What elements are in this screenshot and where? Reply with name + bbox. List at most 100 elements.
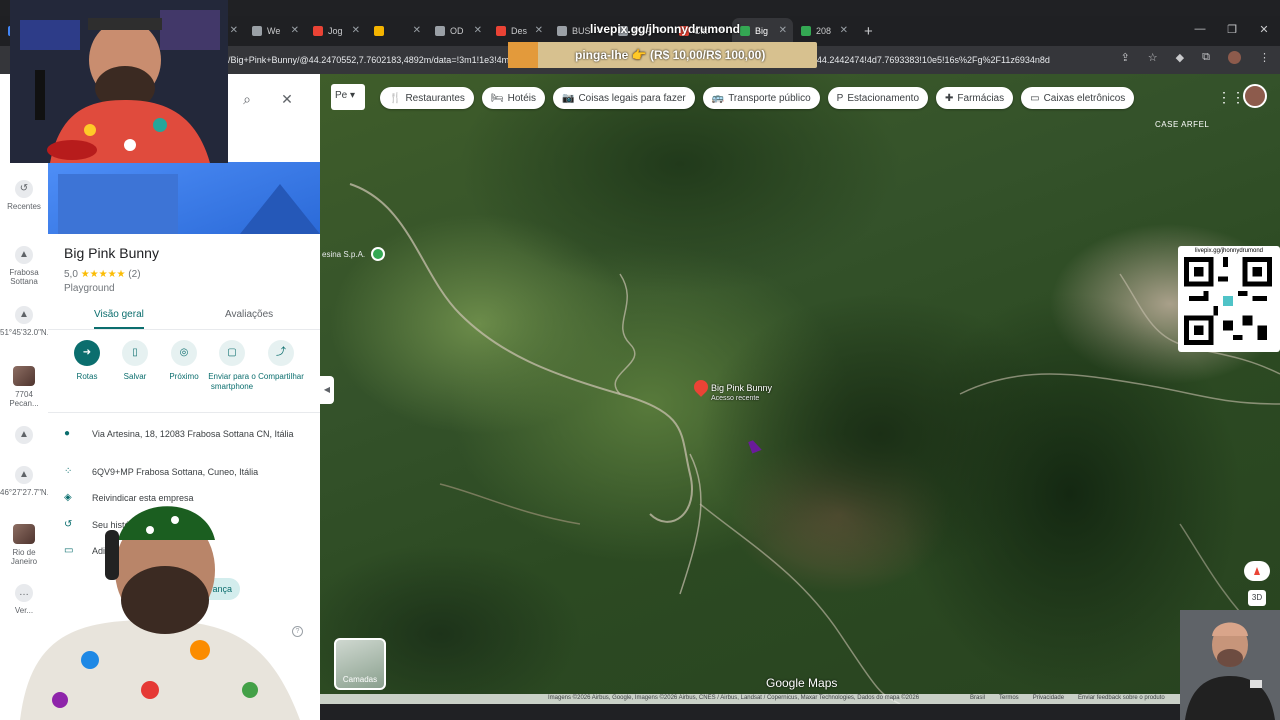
browser-tab[interactable]: Des ✕: [488, 18, 549, 44]
browser-tab[interactable]: 208 ✕: [793, 18, 854, 44]
tab-close-icon[interactable]: ✕: [779, 25, 787, 36]
category-chips: 🍴 Restaurantes 🛏 Hotéis 📷 Coisas legais para …: [380, 87, 1135, 109]
poi-marker-icon[interactable]: [371, 247, 385, 261]
action-label: Próximo: [169, 372, 199, 381]
place-category[interactable]: Playground: [64, 283, 115, 294]
rail-item-icon: ▲: [15, 306, 33, 324]
rail-item[interactable]: ▲ Frabosa Sottana: [0, 246, 48, 286]
place-rating[interactable]: 5,0 ★★★★★ (2): [64, 269, 141, 280]
tab-favicon-icon: [496, 26, 506, 36]
footer-link[interactable]: Termos: [999, 695, 1019, 701]
action-label: Salvar: [123, 372, 147, 381]
extension-icon[interactable]: ◆: [1176, 51, 1184, 64]
google-maps-logo: Google Maps: [766, 676, 838, 690]
tab-close-icon[interactable]: ✕: [535, 25, 543, 36]
rail-item[interactable]: ▲: [0, 426, 48, 448]
map-attribution: Imagens ©2026 Airbus, Google, Imagens ©2…: [548, 695, 920, 701]
search-box[interactable]: ⌕ ✕: [228, 84, 308, 114]
footer-link[interactable]: Brasil: [970, 695, 985, 701]
chip-label: Farmácias: [957, 92, 1005, 104]
layers-label: Camadas: [342, 675, 378, 684]
chip-icon: 🍴: [389, 92, 402, 104]
map-place-label-left: esina S.p.A.: [322, 250, 366, 259]
action-button[interactable]: ▯ Salvar: [110, 340, 160, 382]
donation-text: pinga-lhe 👉 (R$ 10,00/R$ 100,00): [575, 48, 766, 62]
info-row[interactable]: ● Via Artesina, 18, 12083 Frabosa Sottana…: [64, 428, 304, 440]
tab-label: BUS: [572, 26, 591, 36]
tab-label: 208: [816, 26, 832, 36]
chip-label: Restaurantes: [405, 92, 465, 104]
footer-link[interactable]: Enviar feedback sobre o produto: [1078, 695, 1165, 701]
window-controls: — ❐ ✕: [1184, 16, 1280, 42]
photo-mountain-shape: [240, 184, 320, 234]
tab-favicon-icon: [313, 26, 323, 36]
menu-kebab-icon[interactable]: ⋮: [1259, 51, 1270, 64]
action-label: Enviar para o smartphone: [208, 372, 256, 391]
chip-label: Estacionamento: [847, 92, 920, 104]
tab-close-icon[interactable]: ✕: [413, 25, 421, 36]
user-avatar[interactable]: [1243, 84, 1267, 108]
rail-item[interactable]: 7704 Pecan...: [0, 366, 48, 408]
close-icon[interactable]: ✕: [281, 91, 293, 108]
category-chip[interactable]: 🛏 Hotéis: [481, 87, 545, 109]
tab-favicon-icon: [801, 26, 811, 36]
action-label: Rotas: [76, 372, 98, 381]
browser-tab[interactable]: We ✕: [244, 18, 305, 44]
action-icon: ⤴: [268, 340, 294, 366]
streamer-figure-icon: [10, 0, 228, 163]
extensions-puzzle-icon[interactable]: ⧉: [1202, 51, 1210, 64]
category-chip[interactable]: ▭ Caixas eletrônicos: [1021, 87, 1135, 109]
action-button[interactable]: ➜ Rotas: [62, 340, 112, 382]
review-count[interactable]: (2): [128, 269, 140, 280]
info-row[interactable]: ⁘ 6QV9+MP Frabosa Sottana, Cuneo, Itália: [64, 466, 304, 478]
new-tab-button[interactable]: +: [864, 23, 873, 40]
info-row-icon: ●: [64, 428, 71, 439]
category-chip[interactable]: ✚ Farmácias: [936, 87, 1014, 109]
tab-close-icon[interactable]: ✕: [840, 25, 848, 36]
screen: { "browser": { "tabs": [ {"label": "ama"…: [0, 0, 1280, 720]
tab-close-icon[interactable]: ✕: [230, 25, 238, 36]
3d-toggle-button[interactable]: 3D: [1248, 590, 1266, 606]
chip-icon: 📷: [562, 92, 575, 104]
category-chip[interactable]: 📷 Coisas legais para fazer: [553, 87, 695, 109]
rail-item[interactable]: ↺ Recentes: [0, 180, 48, 211]
category-chip[interactable]: 🍴 Restaurantes: [380, 87, 474, 109]
tab-close-icon[interactable]: ✕: [474, 25, 482, 36]
layers-button[interactable]: Camadas: [334, 638, 386, 690]
map-footer-links: Brasil Termos Privacidade Enviar feedback s…: [970, 695, 1165, 701]
map-search-partial[interactable]: Pe ▾: [331, 84, 365, 110]
browser-tab[interactable]: OD ✕: [427, 18, 488, 44]
restore-icon[interactable]: ❐: [1216, 23, 1248, 36]
action-button[interactable]: ▢ Enviar para o smartphone: [207, 340, 257, 392]
tab-reviews[interactable]: Avaliações: [225, 309, 273, 320]
browser-tab[interactable]: Jog ✕: [305, 18, 366, 44]
rating-value: 5,0: [64, 269, 78, 280]
close-window-icon[interactable]: ✕: [1248, 23, 1280, 36]
install-icon[interactable]: ⇪: [1121, 51, 1130, 64]
footer-link[interactable]: Privacidade: [1033, 695, 1064, 701]
category-chip[interactable]: 🚌 Transporte público: [702, 87, 820, 109]
compass-icon[interactable]: [1244, 561, 1270, 581]
rail-item-label: Frabosa Sottana: [9, 268, 39, 286]
action-button[interactable]: ⤴ Compartilhar: [256, 340, 306, 382]
bookmark-star-icon[interactable]: ☆: [1148, 51, 1158, 64]
webcam-overlay-corner: [1180, 610, 1280, 720]
person-figure-icon: [1180, 610, 1280, 720]
rail-item-icon: ▲: [15, 426, 33, 444]
profile-avatar[interactable]: [1228, 51, 1241, 64]
minimize-icon[interactable]: —: [1184, 23, 1216, 35]
category-chip[interactable]: P Estacionamento: [827, 87, 929, 109]
place-photo[interactable]: [48, 162, 320, 234]
tab-label: Jog: [328, 26, 343, 36]
rail-item[interactable]: ▲ 51°45'32.0"N...: [0, 306, 53, 337]
tab-overview[interactable]: Visão geral: [94, 309, 144, 329]
chevron-down-icon[interactable]: ▾: [350, 90, 355, 101]
tab-close-icon[interactable]: ✕: [291, 25, 299, 36]
collapse-panel-button[interactable]: ◀: [320, 376, 334, 404]
browser-tab[interactable]: ✕: [366, 18, 427, 44]
tab-close-icon[interactable]: ✕: [352, 25, 360, 36]
action-button[interactable]: ◎ Próximo: [159, 340, 209, 382]
satellite-map[interactable]: [320, 74, 1280, 704]
pin-label[interactable]: Big Pink Bunny: [711, 383, 772, 393]
search-icon[interactable]: ⌕: [243, 91, 251, 108]
